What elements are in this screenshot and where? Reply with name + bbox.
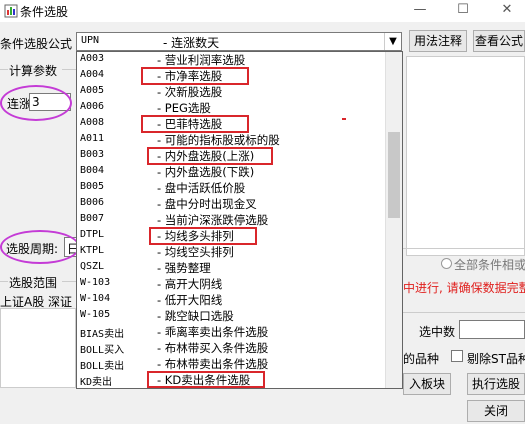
scope-label: 选股范围: [9, 276, 58, 290]
exclude-st-label: 剔除ST品种: [467, 352, 525, 366]
formula-combo[interactable]: UPN - 连涨数天 ▼: [76, 32, 402, 51]
dropdown-scrollbar[interactable]: [385, 52, 402, 388]
scrollbar-thumb[interactable]: [388, 132, 400, 218]
warning-text: 中进行, 请确保数据完整: [403, 281, 525, 295]
list-item[interactable]: W-105- 跳空缺口选股: [77, 308, 387, 324]
highlight-box: [147, 371, 265, 388]
highlight-box: [149, 227, 257, 245]
list-item[interactable]: KTPL - 均线空头排列: [77, 244, 387, 260]
calc-params-label: 计算参数: [9, 64, 58, 78]
list-item[interactable]: B007- 当前沪深涨跌停选股: [77, 212, 387, 228]
combo-name: - 连涨数天: [163, 36, 220, 50]
title-bar: 条件选股 — ☐ ✕: [0, 0, 525, 22]
add-to-block-button[interactable]: 入板块: [403, 373, 451, 395]
scope-list[interactable]: [0, 308, 76, 388]
highlight-box: [147, 147, 273, 165]
highlight-box: [141, 115, 249, 133]
list-item[interactable]: B006- 盘中分时出现金叉: [77, 196, 387, 212]
close-button[interactable]: 关闭: [467, 400, 525, 422]
list-item[interactable]: BOLL买入 - 布林带买入条件选股: [77, 340, 387, 356]
all-conditions-radio[interactable]: [441, 258, 452, 269]
divider: [403, 248, 525, 249]
formula-dropdown-list[interactable]: A003- 营业利润率选股 A004- 市净率选股 A005- 次新股选股 A0…: [76, 51, 403, 389]
list-item[interactable]: BIAS卖出 - 乖离率卖出条件选股: [77, 324, 387, 340]
list-item[interactable]: A005- 次新股选股: [77, 84, 387, 100]
param-highlight-ring: [0, 85, 72, 121]
usage-notes-button[interactable]: 用法注释: [409, 30, 467, 52]
all-conditions-label: 全部条件相或: [454, 258, 525, 272]
formula-notes-panel: [406, 56, 525, 256]
list-item[interactable]: W-104- 低开大阳线: [77, 292, 387, 308]
view-formula-button[interactable]: 查看公式: [473, 30, 525, 52]
list-item[interactable]: W-103- 高开大阴线: [77, 276, 387, 292]
group-line: [62, 281, 76, 282]
formula-label: 条件选股公式: [0, 37, 73, 51]
combo-code: UPN: [81, 35, 100, 46]
period-highlight-ring: [0, 230, 80, 264]
minimize-button[interactable]: —: [405, 0, 435, 22]
list-item[interactable]: QSZL - 强势整理: [77, 260, 387, 276]
group-line: [0, 69, 8, 70]
exclude-st-checkbox[interactable]: [451, 350, 463, 362]
execute-selection-button[interactable]: 执行选股: [467, 373, 525, 395]
list-item[interactable]: BOLL卖出 - 布林带卖出条件选股: [77, 356, 387, 372]
highlight-box: [141, 67, 249, 85]
window-title: 条件选股: [20, 5, 69, 19]
app-icon: [4, 4, 18, 18]
group-line: [0, 281, 8, 282]
group-line: [62, 69, 76, 70]
divider: [403, 312, 525, 313]
list-item[interactable]: A011- 可能的指标股或标的股: [77, 132, 387, 148]
list-item[interactable]: A006- PEG选股: [77, 100, 387, 116]
maximize-button[interactable]: ☐: [448, 0, 478, 22]
list-item[interactable]: A003- 营业利润率选股: [77, 52, 387, 68]
close-window-button[interactable]: ✕: [492, 0, 522, 22]
selected-count-label: 选中数: [419, 325, 456, 339]
stray-mark: [342, 118, 346, 120]
chevron-down-icon[interactable]: ▼: [384, 33, 401, 50]
selected-count-field: [459, 320, 525, 339]
varieties-label: 的品种: [403, 352, 440, 366]
list-item[interactable]: B005- 盘中活跃低价股: [77, 180, 387, 196]
list-item[interactable]: B004- 内外盘选股(下跌): [77, 164, 387, 180]
